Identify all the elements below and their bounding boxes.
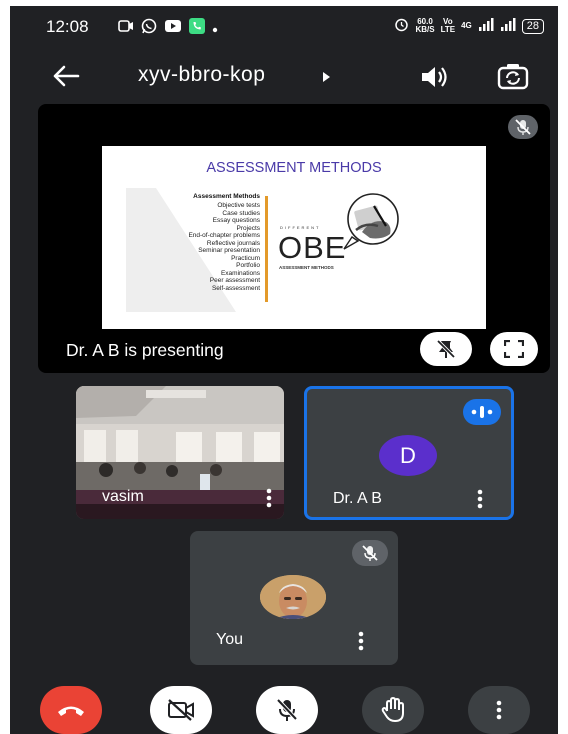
speaker-icon <box>422 67 447 87</box>
youtube-icon <box>164 19 182 38</box>
slide-accent-bar <box>265 196 268 302</box>
more-vert-icon <box>496 700 502 720</box>
screen-record-icon <box>118 19 134 38</box>
avatar: D <box>379 435 437 476</box>
mic-off-icon <box>276 698 298 721</box>
switch-camera-button[interactable] <box>496 60 530 92</box>
slide-graphic-subtitle: ASSESSMENT METHODS <box>279 265 334 270</box>
participant-tile-vasim[interactable]: vasim <box>76 386 284 519</box>
self-muted-badge <box>352 540 388 566</box>
call-controls-bar <box>10 686 558 734</box>
battery-indicator: 28 <box>521 18 544 34</box>
slide-list-item: Portfolio <box>236 262 260 269</box>
slide-list-item: Objective tests <box>217 202 260 209</box>
mic-toggle-button[interactable] <box>256 686 318 734</box>
volte-indicator: Vo LTE <box>441 18 456 34</box>
notification-icons <box>118 18 218 39</box>
participant-name: Dr. A B <box>333 490 382 507</box>
status-time: 12:08 <box>46 17 89 36</box>
meet-screen: 12:08 60.0 KB/S Vo LTE 4G 28 xyv-bbro-ko… <box>10 6 558 734</box>
slide-list-item: Seminar presentation <box>198 247 260 254</box>
end-call-button[interactable] <box>40 686 102 734</box>
slide-list-item: Examinations <box>220 269 260 277</box>
network-type: 4G <box>461 21 472 30</box>
fullscreen-icon <box>504 340 524 358</box>
mic-off-icon <box>362 545 378 561</box>
mic-off-icon <box>515 119 531 135</box>
presenter-muted-badge <box>508 115 538 139</box>
camera-toggle-button[interactable] <box>150 686 212 734</box>
unpin-button[interactable] <box>420 332 472 366</box>
pen-writing-illustration <box>343 193 399 250</box>
shared-slide: ASSESSMENT METHODS Assessment Methods Ob… <box>102 146 486 329</box>
avatar <box>260 575 326 619</box>
more-vert-icon <box>477 489 483 509</box>
whatsapp-icon <box>141 18 157 39</box>
net-speed: 60.0 KB/S <box>415 18 434 34</box>
slide-graphic-title: OBE <box>278 230 347 265</box>
unpin-icon <box>436 339 456 359</box>
fullscreen-button[interactable] <box>490 332 538 366</box>
phone-call-icon <box>189 18 205 39</box>
slide-list-item: Reflective journals <box>206 239 260 247</box>
slide-title: ASSESSMENT METHODS <box>206 160 382 176</box>
end-call-icon <box>58 706 84 716</box>
audio-level-icon <box>471 406 493 418</box>
signal-icon <box>478 18 494 34</box>
slide-list-item: Projects <box>236 224 260 232</box>
participant-name: vasim <box>102 488 144 505</box>
back-button[interactable] <box>48 60 84 92</box>
participant-menu-button[interactable] <box>473 487 487 511</box>
audio-output-button[interactable] <box>418 62 454 92</box>
slide-list-item: Peer assessment <box>209 277 260 284</box>
back-arrow-icon <box>53 65 80 87</box>
slide-list-item: End-of-chapter problems <box>188 232 260 239</box>
slide-list-item: Self-assessment <box>211 284 260 292</box>
meeting-app-bar: xyv-bbro-kop <box>10 54 558 98</box>
chevron-right-icon[interactable] <box>322 70 331 88</box>
slide-list-item: Practicum <box>231 254 260 262</box>
presenter-label: Dr. A B is presenting <box>66 340 224 360</box>
switch-camera-icon <box>497 64 529 90</box>
slide-methods-list: Objective tests Case studies Essay quest… <box>142 202 260 292</box>
participant-tile-you[interactable]: You <box>190 531 398 665</box>
speaking-indicator <box>463 399 501 425</box>
participant-menu-button[interactable] <box>354 629 368 653</box>
raise-hand-icon <box>381 697 404 722</box>
slide-list-item: Essay questions <box>212 217 260 224</box>
dot-icon <box>212 20 218 38</box>
more-vert-icon <box>358 631 364 651</box>
raise-hand-button[interactable] <box>362 686 424 734</box>
meeting-code[interactable]: xyv-bbro-kop <box>138 63 265 87</box>
status-bar: 12:08 60.0 KB/S Vo LTE 4G 28 <box>10 6 558 46</box>
slide-list-item: Case studies <box>222 209 260 217</box>
system-icons: 60.0 KB/S Vo LTE 4G 28 <box>394 17 544 35</box>
presentation-tile[interactable]: ASSESSMENT METHODS Assessment Methods Ob… <box>38 104 550 373</box>
alarm-icon <box>394 17 409 35</box>
slide-list-heading: Assessment Methods <box>193 193 260 200</box>
volte-bottom: LTE <box>440 25 456 34</box>
participant-name: You <box>216 631 243 648</box>
participant-menu-button[interactable] <box>262 486 276 510</box>
more-options-button[interactable] <box>468 686 530 734</box>
camera-off-icon <box>168 699 194 721</box>
profile-photo <box>260 575 326 619</box>
more-vert-icon <box>266 488 272 508</box>
signal-icon <box>500 18 516 34</box>
net-speed-unit: KB/S <box>415 25 435 34</box>
participant-tile-dr-a-b[interactable]: D Dr. A B <box>304 386 514 520</box>
